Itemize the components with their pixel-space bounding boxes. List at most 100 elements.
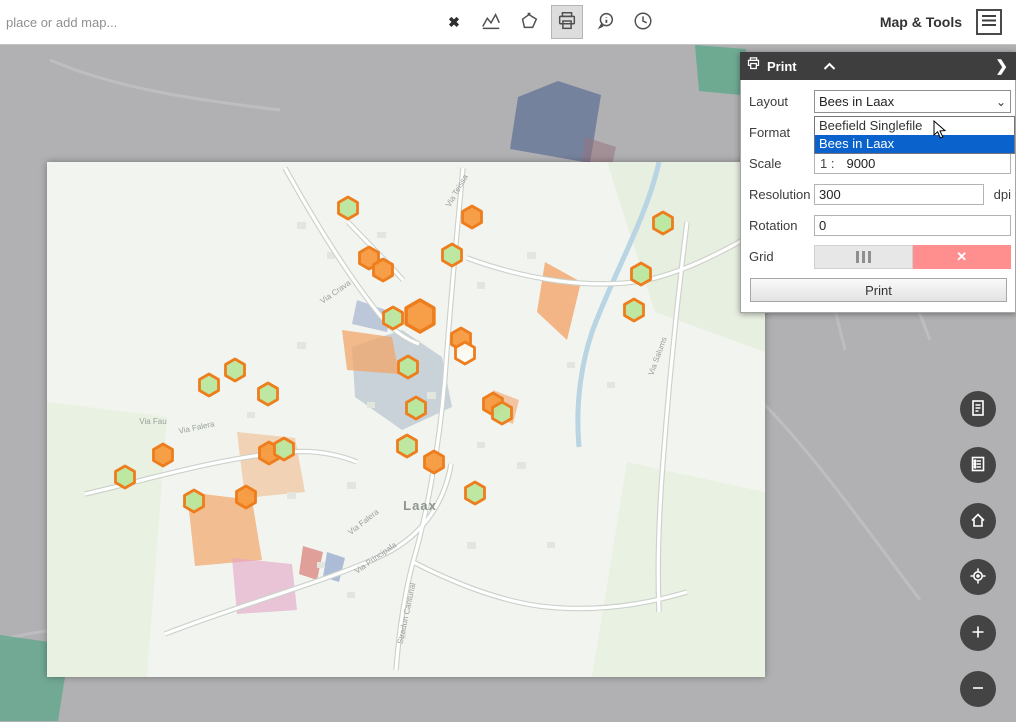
hex-marker-green[interactable] — [339, 197, 358, 219]
chevron-down-icon: ⌄ — [996, 95, 1006, 109]
hamburger-icon — [981, 14, 997, 30]
layout-dropdown-list: Beefield SinglefileBees in Laax — [814, 116, 1015, 154]
zoom-in-button[interactable] — [960, 615, 996, 651]
hex-marker-orange[interactable] — [425, 451, 444, 473]
svg-text:Via Crava: Via Crava — [319, 278, 353, 306]
search-input[interactable] — [0, 0, 441, 44]
scale-label: Scale — [749, 156, 814, 171]
hex-marker-green[interactable] — [443, 244, 462, 266]
print-panel-title: Print — [767, 59, 797, 74]
geolocate-icon — [969, 567, 987, 588]
print-panel-body: Layout Bees in Laax ⌄ Format Scale — [740, 80, 1016, 313]
printer-icon — [556, 10, 578, 35]
hex-marker-white[interactable] — [456, 342, 475, 364]
hex-marker-green[interactable] — [625, 299, 644, 321]
plus-icon — [969, 623, 987, 644]
report-icon — [969, 399, 987, 420]
chevron-up-icon — [823, 59, 836, 74]
layout-select[interactable]: Bees in Laax ⌄ — [814, 90, 1011, 113]
svg-text:Via Principala: Via Principala — [353, 540, 399, 576]
hex-marker-green[interactable] — [399, 356, 418, 378]
legend-button[interactable] — [960, 447, 996, 483]
draw-polygon-icon — [518, 10, 540, 35]
hex-marker-green[interactable] — [407, 397, 426, 419]
grid-toggle-off-segment[interactable]: ✕ — [913, 245, 1012, 269]
clock-icon — [632, 10, 654, 35]
preview-map-svg: Via CravaVia TeissaVia FaleraVia FauVia … — [47, 162, 765, 677]
hex-marker-orange[interactable] — [463, 206, 482, 228]
print-panel: Print ❯ Layout Bees in Laax ⌄ — [740, 52, 1016, 313]
draw-button[interactable] — [513, 5, 545, 39]
feature-info-button[interactable] — [589, 5, 621, 39]
print-button[interactable]: Print — [750, 278, 1007, 302]
scale-value: 9000 — [846, 156, 875, 171]
print-tool-button[interactable] — [551, 5, 583, 39]
zoom-out-button[interactable] — [960, 671, 996, 707]
layout-label: Layout — [749, 94, 814, 109]
print-panel-header[interactable]: Print ❯ — [740, 52, 1016, 80]
geolocate-button[interactable] — [960, 559, 996, 595]
search-box: ✖ — [0, 0, 467, 44]
svg-text:Via Falera: Via Falera — [178, 419, 216, 435]
toolbar-tools — [475, 5, 659, 39]
hex-marker-green[interactable] — [259, 383, 278, 405]
resolution-unit: dpi — [984, 187, 1011, 202]
print-preview-page: Via CravaVia TeissaVia FaleraVia FauVia … — [47, 162, 765, 677]
grid-toggle[interactable]: ✕ — [814, 245, 1011, 269]
time-button[interactable] — [627, 5, 659, 39]
map-area[interactable]: Via CravaVia TeissaVia FaleraVia FauVia … — [0, 45, 1016, 722]
clear-search-button[interactable]: ✖ — [441, 14, 467, 31]
hex-marker-green[interactable] — [493, 402, 512, 424]
map-tools-label: Map & Tools — [880, 14, 962, 30]
scale-prefix: 1 : — [820, 156, 834, 171]
legend-icon — [969, 455, 987, 476]
resolution-input[interactable] — [814, 184, 984, 205]
hex-marker-green[interactable] — [654, 212, 673, 234]
hex-marker-orange[interactable] — [374, 259, 393, 281]
layout-select-value: Bees in Laax — [819, 94, 894, 109]
minus-icon — [969, 679, 987, 700]
layout-row: Layout Bees in Laax ⌄ — [749, 86, 1011, 117]
hex-marker-green[interactable] — [398, 435, 417, 457]
svg-text:Via Falera: Via Falera — [346, 507, 381, 537]
toolbar: ✖ — [0, 0, 1016, 45]
report-button[interactable] — [960, 391, 996, 427]
hex-marker-green[interactable] — [226, 359, 245, 381]
printer-icon — [746, 56, 761, 76]
toolbar-right: Map & Tools — [880, 9, 1016, 35]
menu-button[interactable] — [976, 9, 1002, 35]
svg-text:Via Fau: Via Fau — [139, 417, 166, 426]
hex-marker-orange[interactable] — [154, 444, 173, 466]
layout-option[interactable]: Bees in Laax — [815, 135, 1014, 153]
collapse-panel-button[interactable] — [821, 57, 838, 76]
scale-input[interactable]: 1 : 9000 — [814, 153, 1011, 174]
resolution-row: Resolution dpi — [749, 179, 1011, 210]
hex-marker-green[interactable] — [466, 482, 485, 504]
rotation-label: Rotation — [749, 218, 814, 233]
hex-marker-green[interactable] — [632, 263, 651, 285]
hex-marker-orange[interactable] — [237, 486, 256, 508]
elevation-profile-button[interactable] — [475, 5, 507, 39]
svg-text:Stradun Cantunal: Stradun Cantunal — [396, 582, 418, 645]
hex-marker-green[interactable] — [200, 374, 219, 396]
profile-icon — [480, 10, 502, 35]
app: ✖ — [0, 0, 1016, 722]
hex-marker-orange[interactable] — [406, 300, 434, 332]
svg-text:Via Salums: Via Salums — [647, 336, 669, 377]
hex-marker-green[interactable] — [384, 307, 403, 329]
layout-option[interactable]: Beefield Singlefile — [815, 117, 1014, 135]
grid-row: Grid ✕ — [749, 241, 1011, 272]
rotation-input[interactable] — [814, 215, 1011, 236]
hex-marker-green[interactable] — [116, 466, 135, 488]
format-label: Format — [749, 125, 814, 140]
grid-toggle-on-segment[interactable] — [814, 245, 913, 269]
hex-marker-green[interactable] — [185, 490, 204, 512]
hex-marker-green[interactable] — [275, 438, 294, 460]
grid-bars-icon — [856, 251, 859, 263]
resolution-label: Resolution — [749, 187, 814, 202]
info-icon — [594, 10, 616, 35]
map-controls — [960, 391, 996, 707]
rotation-row: Rotation — [749, 210, 1011, 241]
close-panel-button[interactable]: ❯ — [993, 57, 1010, 75]
home-button[interactable] — [960, 503, 996, 539]
